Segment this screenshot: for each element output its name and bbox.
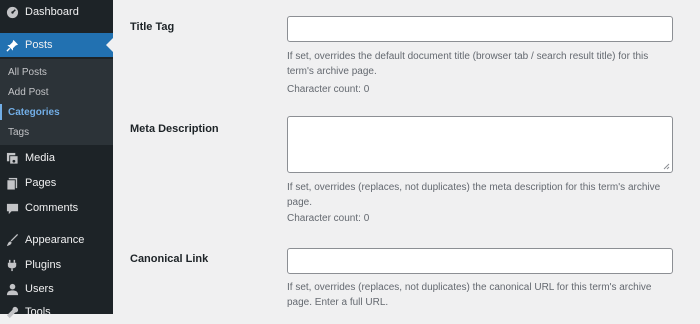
title-tag-input[interactable] <box>287 16 673 42</box>
plugin-icon <box>5 258 19 272</box>
menu-appearance-label: Appearance <box>25 234 85 246</box>
admin-sidebar: Dashboard Posts All Posts Add Post Categ… <box>0 0 113 318</box>
dashboard-icon <box>5 5 19 19</box>
submenu-all-posts[interactable]: All Posts <box>0 62 113 82</box>
pin-icon <box>5 38 19 52</box>
submenu-tags[interactable]: Tags <box>0 122 113 142</box>
menu-dashboard[interactable]: Dashboard <box>0 0 113 24</box>
comment-icon <box>5 201 19 215</box>
posts-submenu: All Posts Add Post Categories Tags <box>0 59 113 145</box>
meta-description-label: Meta Description <box>130 123 219 135</box>
menu-tools[interactable]: Tools <box>0 300 113 324</box>
menu-posts-label: Posts <box>25 39 53 51</box>
menu-pages-label: Pages <box>25 177 57 189</box>
menu-media[interactable]: Media <box>0 146 113 170</box>
menu-plugins-label: Plugins <box>25 259 62 271</box>
media-icon <box>5 151 19 165</box>
submenu-add-post[interactable]: Add Post <box>0 82 113 102</box>
brush-icon <box>5 233 19 247</box>
meta-description-textarea[interactable] <box>287 116 673 173</box>
user-icon <box>5 282 19 296</box>
pages-icon <box>5 176 19 190</box>
menu-dashboard-label: Dashboard <box>25 6 79 18</box>
menu-comments[interactable]: Comments <box>0 196 113 220</box>
menu-posts[interactable]: Posts <box>0 33 113 57</box>
submenu-categories[interactable]: Categories <box>0 102 113 122</box>
title-tag-description: If set, overrides the default document t… <box>287 51 649 77</box>
menu-media-label: Media <box>25 152 55 164</box>
menu-tools-label: Tools <box>25 306 51 318</box>
menu-pages[interactable]: Pages <box>0 171 113 195</box>
menu-appearance[interactable]: Appearance <box>0 228 113 252</box>
menu-users[interactable]: Users <box>0 277 113 301</box>
title-tag-label: Title Tag <box>130 21 175 33</box>
resize-grip-icon[interactable] <box>663 163 670 170</box>
menu-comments-label: Comments <box>25 202 79 214</box>
meta-description-character-count: Character count: 0 <box>287 213 370 224</box>
wrench-icon <box>5 305 19 319</box>
meta-description-description: If set, overrides (replaces, not duplica… <box>287 182 661 208</box>
title-tag-character-count: Character count: 0 <box>287 84 370 95</box>
menu-plugins[interactable]: Plugins <box>0 253 113 277</box>
menu-users-label: Users <box>25 283 54 295</box>
canonical-link-input[interactable] <box>287 248 673 274</box>
canonical-link-description: If set, overrides (replaces, not duplica… <box>287 282 652 308</box>
canonical-link-label: Canonical Link <box>130 253 209 265</box>
